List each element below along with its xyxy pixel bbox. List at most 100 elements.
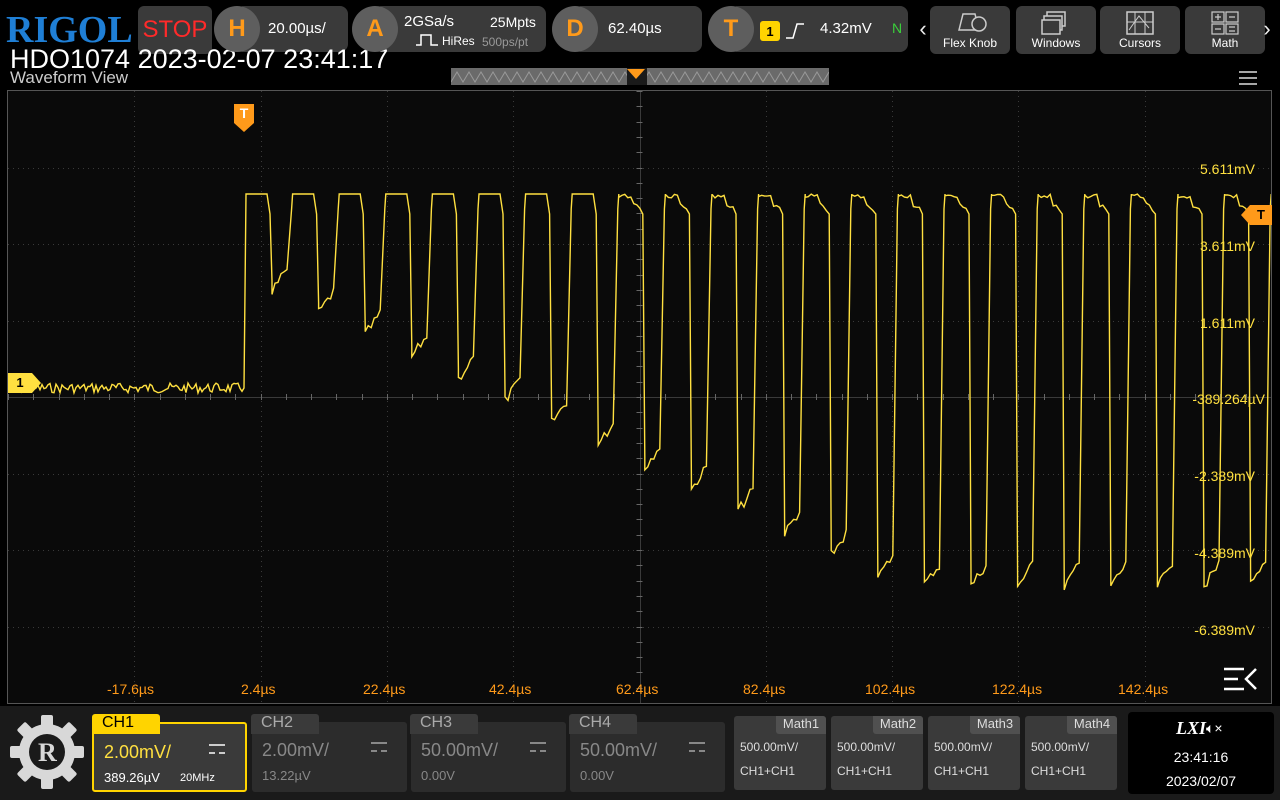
hires-pulse-icon [416, 34, 438, 46]
lxi-logo: LXI [1176, 718, 1207, 738]
acquire-mode: HiRes [442, 34, 475, 48]
cursors-button[interactable]: Cursors [1100, 6, 1180, 54]
x-tick-label: 142.4µs [1118, 681, 1169, 697]
x-tick-label: 2.4µs [241, 681, 276, 697]
cursors-label: Cursors [1118, 36, 1161, 50]
channel-4-tab: CH4 [569, 714, 637, 734]
math-3-panel[interactable]: Math3 500.00mV/ CH1+CH1 [928, 716, 1020, 790]
x-tick-label: 122.4µs [992, 681, 1043, 697]
math-1-panel[interactable]: Math1 500.00mV/ CH1+CH1 [734, 716, 826, 790]
math-4-scale: 500.00mV/ [1031, 740, 1090, 754]
x-tick-label: 62.4µs [616, 681, 659, 697]
math-2-scale: 500.00mV/ [837, 740, 896, 754]
y-tick-label: 5.611mV [1200, 161, 1255, 177]
flex-knob-icon [958, 13, 987, 32]
screenshot-caption: HDO1074 2023-02-07 23:41:17 [10, 44, 389, 74]
trigger-position-marker [627, 69, 645, 79]
status-time: 23:41:16 [1173, 749, 1229, 765]
math-icon [1211, 11, 1239, 35]
y-tick-label: -4.389mV [1194, 545, 1255, 561]
math-button[interactable]: Math [1185, 6, 1265, 54]
windows-icon [1041, 11, 1066, 35]
channel-3-scale: 50.00mV/ [421, 740, 499, 760]
acquire-resolution: 500ps/pt [482, 35, 529, 49]
channel-1-bandwidth: 20MHz [180, 772, 215, 784]
math-3-scale: 500.00mV/ [934, 740, 993, 754]
speaker-muted-icon[interactable]: 🔈︎× [1206, 720, 1223, 737]
math-2-tab: Math2 [873, 716, 923, 734]
channel-1-offset: 389.26µV [104, 770, 160, 785]
math-3-tab: Math3 [970, 716, 1020, 734]
channel-3-offset: 0.00V [421, 768, 455, 783]
math-1-source: CH1+CH1 [740, 764, 796, 778]
dc-coupling-icon [371, 742, 387, 752]
math-1-tab: Math1 [776, 716, 826, 734]
x-tick-label: 42.4µs [489, 681, 532, 697]
flex-knob-button[interactable]: Flex Knob [930, 6, 1010, 54]
channel-3-panel[interactable]: CH3 50.00mV/ 0.00V [410, 714, 566, 792]
cursors-icon [1126, 11, 1154, 35]
acquire-icon[interactable]: A [352, 6, 398, 52]
waveform-menu-icon[interactable] [1238, 70, 1258, 86]
windows-button[interactable]: Windows [1016, 6, 1096, 54]
x-tick-label: 22.4µs [363, 681, 406, 697]
rising-edge-icon [786, 23, 804, 39]
channel-4-scale: 50.00mV/ [580, 740, 658, 760]
channel-4-panel[interactable]: CH4 50.00mV/ 0.00V [569, 714, 725, 792]
x-tick-label: -17.6µs [107, 681, 154, 697]
channel-3-tab: CH3 [410, 714, 478, 734]
math-4-panel[interactable]: Math4 500.00mV/ CH1+CH1 [1025, 716, 1117, 790]
trigger-time-marker-label: T [239, 105, 249, 121]
delay-value: 62.40µs [608, 20, 662, 37]
waveform-area[interactable]: T 1 T 5.611mV 3.611mV 1.611mV -389.264µV… [7, 90, 1272, 704]
chevron-right-icon[interactable]: › [1258, 6, 1276, 52]
channel-1-scale: 2.00mV/ [104, 742, 172, 762]
channel-2-scale: 2.00mV/ [262, 740, 330, 760]
math-label: Math [1211, 36, 1239, 50]
memory-depth: 25Mpts [490, 14, 536, 30]
trigger-icon[interactable]: T [708, 6, 754, 52]
horizontal-scale-value: 20.00µs/ [268, 20, 326, 37]
trigger-panel[interactable]: 4.32mV N [730, 6, 908, 52]
y-tick-label: -389.264µV [1192, 391, 1265, 407]
delay-icon[interactable]: D [552, 6, 598, 52]
y-tick-label: 3.611mV [1200, 238, 1255, 254]
sample-rate: 2GSa/s [404, 13, 455, 30]
trigger-level: 4.32mV [820, 20, 872, 37]
channel-1-panel[interactable]: CH1 2.00mV/ 389.26µV 20MHz [92, 714, 247, 792]
flex-knob-label: Flex Knob [942, 36, 998, 50]
math-2-panel[interactable]: Math2 500.00mV/ CH1+CH1 [831, 716, 923, 790]
ch1-offset-marker-label: 1 [16, 375, 24, 390]
trigger-mode: N [892, 20, 903, 36]
y-tick-label: -2.389mV [1194, 468, 1255, 484]
trigger-source-badge: 1 [760, 21, 780, 41]
trigger-level-marker-label: T [1257, 207, 1265, 222]
math-4-tab: Math4 [1067, 716, 1117, 734]
svg-text:R: R [38, 738, 57, 767]
dc-coupling-icon [530, 742, 546, 752]
home-gear-icon[interactable]: R [8, 713, 86, 791]
math-2-source: CH1+CH1 [837, 764, 893, 778]
channel-4-offset: 0.00V [580, 768, 614, 783]
dc-coupling-icon [689, 742, 705, 752]
horizontal-icon[interactable]: H [214, 6, 260, 52]
channel-2-offset: 13.22µV [262, 768, 311, 783]
windows-label: Windows [1031, 36, 1081, 50]
channel-1-tab: CH1 [92, 714, 160, 734]
status-date: 2023/02/07 [1165, 773, 1237, 789]
x-tick-label: 82.4µs [743, 681, 786, 697]
channel-2-panel[interactable]: CH2 2.00mV/ 13.22µV [251, 714, 407, 792]
ch1-waveform-trace [8, 193, 1271, 591]
math-1-scale: 500.00mV/ [740, 740, 799, 754]
y-tick-label: 1.611mV [1200, 315, 1255, 331]
acquire-panel[interactable]: 2GSa/s 25Mpts HiRes 500ps/pt [374, 6, 546, 52]
waveform-grid-and-trace [8, 91, 1271, 703]
dc-coupling-icon [209, 744, 225, 754]
collapse-menu-icon[interactable] [1222, 665, 1260, 693]
status-clock-panel: LXI 🔈︎× 23:41:16 2023/02/07 [1128, 712, 1274, 794]
x-tick-label: 102.4µs [865, 681, 916, 697]
channel-2-tab: CH2 [251, 714, 319, 734]
math-3-source: CH1+CH1 [934, 764, 990, 778]
math-4-source: CH1+CH1 [1031, 764, 1087, 778]
y-tick-label: -6.389mV [1194, 622, 1255, 638]
